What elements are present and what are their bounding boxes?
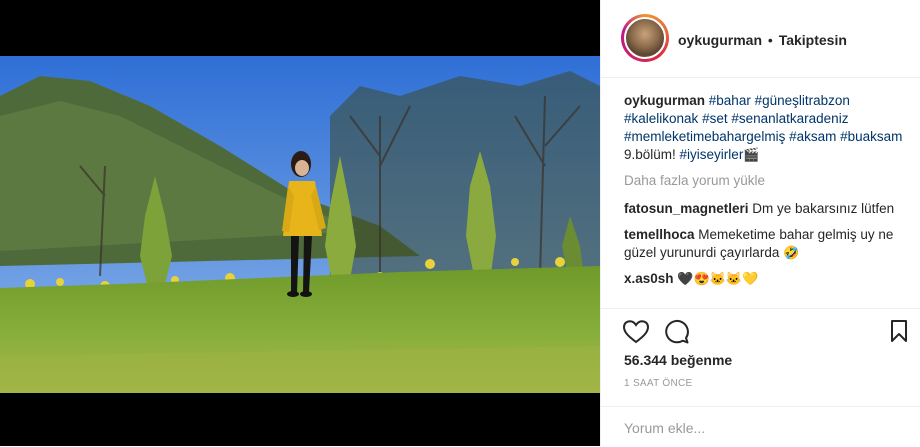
header-separator: • (767, 32, 773, 48)
hashtag-link[interactable]: #set (702, 111, 728, 126)
comment-username[interactable]: fatosun_magnetleri (624, 201, 749, 216)
comment-username[interactable]: x.as0sh (624, 271, 674, 286)
post-photo[interactable] (0, 56, 600, 393)
post-media (0, 0, 600, 446)
comment-username[interactable]: temellhoca (624, 227, 695, 242)
hashtag-link[interactable]: #bahar (709, 93, 751, 108)
likes-count[interactable]: 56.344 beğenme (624, 352, 732, 368)
header-text: oykugurman • Takiptesin (678, 32, 847, 48)
post-caption: oykugurman #bahar #güneşlitrabzon #kalel… (624, 92, 904, 164)
post-timestamp[interactable]: 1 SAAT ÖNCE (624, 378, 693, 389)
hashtag-link[interactable]: #aksam (789, 129, 836, 144)
follow-status-button[interactable]: Takiptesin (779, 32, 847, 48)
comments-list: oykugurman #bahar #güneşlitrabzon #kalel… (624, 92, 904, 296)
heart-icon[interactable] (622, 320, 650, 349)
post-panel: oykugurman • Takiptesin oykugurman #baha… (600, 0, 920, 446)
hashtag-link[interactable]: #memleketimebahargelmiş (624, 129, 785, 144)
hashtag-link[interactable]: #senanlatkaradeniz (731, 111, 848, 126)
hashtag-link[interactable]: #güneşlitrabzon (755, 93, 850, 108)
hashtag-link[interactable]: #kalelikonak (624, 111, 698, 126)
avatar[interactable] (621, 14, 669, 62)
load-more-comments-link[interactable]: Daha fazla yorum yükle (624, 172, 904, 190)
comment-item: fatosun_magnetleri Dm ye bakarsınız lütf… (624, 200, 904, 218)
bookmark-icon[interactable] (890, 320, 908, 347)
comment-item: temellhoca Memeketime bahar gelmiş uy ne… (624, 226, 904, 262)
photo-scene (0, 56, 600, 393)
header-username[interactable]: oykugurman (678, 32, 762, 48)
comment-text: Dm ye bakarsınız lütfen (752, 201, 895, 216)
post-header: oykugurman • Takiptesin (601, 0, 920, 78)
comment-icon[interactable] (664, 319, 690, 350)
caption-username[interactable]: oykugurman (624, 93, 705, 108)
clapperboard-icon: 🎬 (743, 147, 760, 162)
laughing-emoji-icon: 🤣 (783, 245, 800, 260)
hashtag-link[interactable]: #buaksam (840, 129, 902, 144)
avatar-image (624, 17, 666, 59)
caption-text: 9.bölüm! (624, 147, 676, 162)
comment-item: x.as0sh 🖤😍🐱🐱💛 (624, 270, 904, 288)
hashtag-link[interactable]: #iyiseyirler (680, 147, 744, 162)
comment-text: 🖤😍🐱🐱💛 (677, 271, 759, 286)
add-comment-section (601, 406, 920, 447)
comment-input[interactable] (624, 417, 894, 439)
post-actions: 56.344 beğenme 1 SAAT ÖNCE (601, 308, 920, 446)
